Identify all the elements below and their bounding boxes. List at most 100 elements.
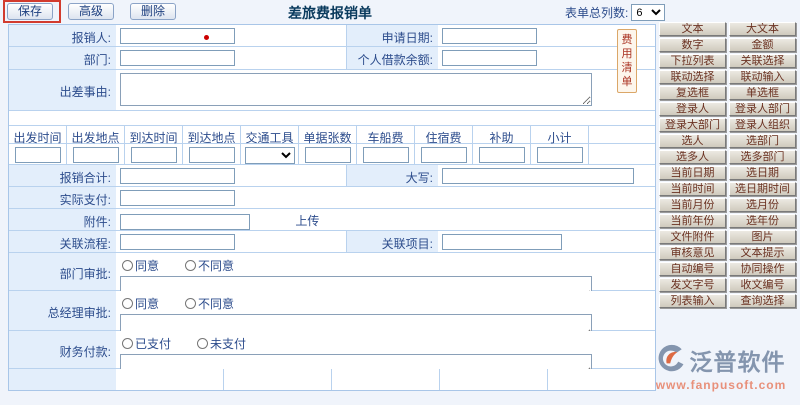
field-type-current-month[interactable]: 当前月份 [659,198,726,212]
loan-balance-input[interactable] [442,50,537,66]
required-dot [204,35,209,40]
field-type-large-text[interactable]: 大文本 [729,22,796,36]
fanpu-logo[interactable]: 泛普软件 www.fanpusoft.com [646,343,796,392]
depart-time-input[interactable] [15,147,61,163]
trip-reason-label: 出差事由: [9,70,116,110]
field-type-current-time[interactable]: 当前时间 [659,182,726,196]
field-type-query-select[interactable]: 查询选择 [729,294,796,308]
finance-pay-label: 财务付款: [9,331,116,368]
field-type-select-dept[interactable]: 选部门 [729,134,796,148]
fare-input[interactable] [363,147,409,163]
related-process-input[interactable] [120,234,235,250]
field-type-radio[interactable]: 单选框 [729,86,796,100]
attachment-input[interactable] [120,214,250,230]
apply-date-input[interactable] [442,28,537,44]
field-type-checkbox[interactable]: 复选框 [659,86,726,100]
dept-disagree-radio[interactable] [185,260,196,271]
col-fare: 车船费 [357,126,415,143]
loan-balance-label: 个人借款余额: [346,47,438,69]
field-type-linked-select[interactable]: 联动选择 [659,70,726,84]
trip-reason-textarea[interactable] [120,73,592,106]
field-type-issue-doc-number[interactable]: 发文字号 [659,278,726,292]
field-type-text[interactable]: 文本 [659,22,726,36]
col-subtotal: 小计 [531,126,589,143]
related-project-input[interactable] [442,234,562,250]
department-label: 部门: [9,47,116,69]
dept-agree-radio[interactable] [122,260,133,271]
field-type-select-multi-dept[interactable]: 选多部门 [729,150,796,164]
field-type-number[interactable]: 数字 [659,38,726,52]
field-type-current-year[interactable]: 当前年份 [659,214,726,228]
field-type-login-user-dept[interactable]: 登录人部门 [729,102,796,116]
dept-approval-label: 部门审批: [9,253,116,290]
page-title: 差旅费报销单 [0,3,660,23]
field-type-login-big-dept[interactable]: 登录大部门 [659,118,726,132]
depart-place-input[interactable] [73,147,119,163]
field-type-select-year[interactable]: 选年份 [729,214,796,228]
field-type-palette: 文本大文本 数字金额 下拉列表关联选择 联动选择联动输入 复选框单选框 登录人登… [659,22,797,310]
field-type-file-attachment[interactable]: 文件附件 [659,230,726,244]
field-type-receive-doc-number[interactable]: 收文编号 [729,278,796,292]
col-receipt-count: 单据张数 [299,126,357,143]
field-type-linked-input[interactable]: 联动输入 [729,70,796,84]
field-type-login-user-org[interactable]: 登录人组织 [729,118,796,132]
bottom-empty-cell [548,369,655,390]
col-depart-time: 出发时间 [9,126,67,143]
field-type-select-month[interactable]: 选月份 [729,198,796,212]
fanpu-logo-url: www.fanpusoft.com [646,378,796,392]
paid-radio[interactable] [122,338,133,349]
col-arrive-place: 到达地点 [183,126,241,143]
unpaid-radio[interactable] [197,338,208,349]
bottom-empty-label-cell [9,369,116,390]
column-count-label: 表单总列数: [565,4,628,21]
field-type-select-date[interactable]: 选日期 [729,166,796,180]
field-type-collab-operation[interactable]: 协同操作 [729,262,796,276]
in-words-label: 大写: [346,165,438,186]
arrive-time-input[interactable] [131,147,177,163]
department-input[interactable] [120,50,235,66]
expense-list-button[interactable]: 费 用 清 单 [617,29,637,93]
detail-empty-cell [589,144,655,164]
related-process-label: 关联流程: [9,231,116,252]
col-allowance: 补助 [473,126,531,143]
gm-approval-label: 总经理审批: [9,291,116,330]
expense-form: 费 用 清 单 报销人: 申请日期: 部门: 个人借款余额: 出差事由: 出发时… [8,24,656,391]
fanpu-logo-icon [657,344,687,377]
allowance-input[interactable] [479,147,525,163]
attachment-label: 附件: [9,209,116,230]
toolbar: 保存 高级 删除 差旅费报销单 表单总列数: 6 [0,0,800,23]
field-type-select-datetime[interactable]: 选日期时间 [729,182,796,196]
subtotal-input[interactable] [537,147,583,163]
col-arrive-time: 到达时间 [125,126,183,143]
applicant-input[interactable] [120,28,235,44]
in-words-input[interactable] [442,168,634,184]
arrive-place-input[interactable] [189,147,235,163]
upload-link[interactable]: 上传 [295,214,319,228]
field-type-current-date[interactable]: 当前日期 [659,166,726,180]
receipt-count-input[interactable] [305,147,351,163]
total-input[interactable] [120,168,235,184]
transport-select[interactable] [245,147,295,164]
field-type-auto-number[interactable]: 自动编号 [659,262,726,276]
field-type-select-user[interactable]: 选人 [659,134,726,148]
field-type-amount[interactable]: 金额 [729,38,796,52]
field-type-select-multi-user[interactable]: 选多人 [659,150,726,164]
field-type-review-comment[interactable]: 审核意见 [659,246,726,260]
column-count-select[interactable]: 6 [631,4,665,21]
lodging-input[interactable] [421,147,467,163]
related-project-label: 关联项目: [346,231,438,252]
bottom-empty-cell [224,369,332,390]
field-type-dropdown-list[interactable]: 下拉列表 [659,54,726,68]
gm-disagree-radio[interactable] [185,298,196,309]
field-type-related-select[interactable]: 关联选择 [729,54,796,68]
field-type-list-input[interactable]: 列表输入 [659,294,726,308]
actual-pay-input[interactable] [120,190,235,206]
field-type-login-user[interactable]: 登录人 [659,102,726,116]
actual-pay-label: 实际支付: [9,187,116,208]
bottom-empty-cell [440,369,548,390]
total-label: 报销合计: [9,165,116,186]
field-type-text-hint[interactable]: 文本提示 [729,246,796,260]
field-type-image[interactable]: 图片 [729,230,796,244]
gm-agree-radio[interactable] [122,298,133,309]
col-empty [589,126,655,143]
